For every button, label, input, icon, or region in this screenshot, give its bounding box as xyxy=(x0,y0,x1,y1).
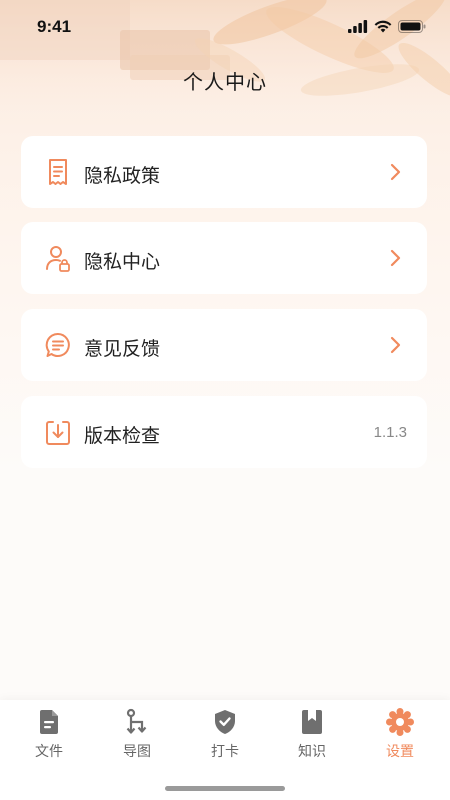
version-number: 1.1.3 xyxy=(373,424,407,441)
download-box-icon xyxy=(46,421,70,445)
tab-label: 知识 xyxy=(298,744,326,760)
menu-item-version-check[interactable]: 版本检查 1.1.3 xyxy=(21,396,427,468)
document-icon xyxy=(49,159,67,185)
tab-label: 文件 xyxy=(35,744,63,760)
checkin-badge-icon xyxy=(215,710,235,734)
tab-checkin[interactable]: 打卡 xyxy=(193,708,257,761)
signal-icon xyxy=(348,20,368,33)
menu-item-label: 版本检查 xyxy=(84,425,161,447)
menu-item-privacy-policy[interactable]: 隐私政策 xyxy=(21,136,427,208)
tab-label: 设置 xyxy=(386,744,414,760)
mindmap-icon xyxy=(126,708,147,734)
status-bar: 9:41 xyxy=(0,0,450,54)
chevron-right-icon xyxy=(390,249,401,267)
menu-item-feedback[interactable]: 意见反馈 xyxy=(21,309,427,381)
status-icons xyxy=(348,20,426,33)
bookmark-book-icon xyxy=(302,710,322,734)
tab-files[interactable]: 文件 xyxy=(17,708,81,761)
tab-knowledge[interactable]: 知识 xyxy=(280,708,344,761)
home-indicator xyxy=(165,786,285,791)
chat-bubble-icon xyxy=(45,332,70,357)
menu-item-label: 意见反馈 xyxy=(84,338,161,360)
tab-mindmap[interactable]: 导图 xyxy=(105,708,169,761)
battery-icon xyxy=(398,20,426,33)
settings-gear-icon xyxy=(386,708,414,736)
page-title: 个人中心 xyxy=(183,70,267,94)
wifi-icon xyxy=(374,20,392,33)
menu-item-label: 隐私政策 xyxy=(84,165,161,187)
user-lock-icon xyxy=(46,246,70,272)
status-time: 9:41 xyxy=(37,17,72,36)
tab-label: 打卡 xyxy=(211,744,239,760)
tab-settings[interactable]: 设置 xyxy=(368,708,432,761)
menu-item-label: 隐私中心 xyxy=(84,251,161,273)
chevron-right-icon xyxy=(390,336,401,354)
menu-item-privacy-center[interactable]: 隐私中心 xyxy=(21,222,427,294)
chevron-right-icon xyxy=(390,163,401,181)
bottom-tab-bar: 文件 导图 打卡 知识 设置 xyxy=(0,700,450,800)
file-icon xyxy=(40,710,58,734)
tab-label: 导图 xyxy=(123,744,151,760)
